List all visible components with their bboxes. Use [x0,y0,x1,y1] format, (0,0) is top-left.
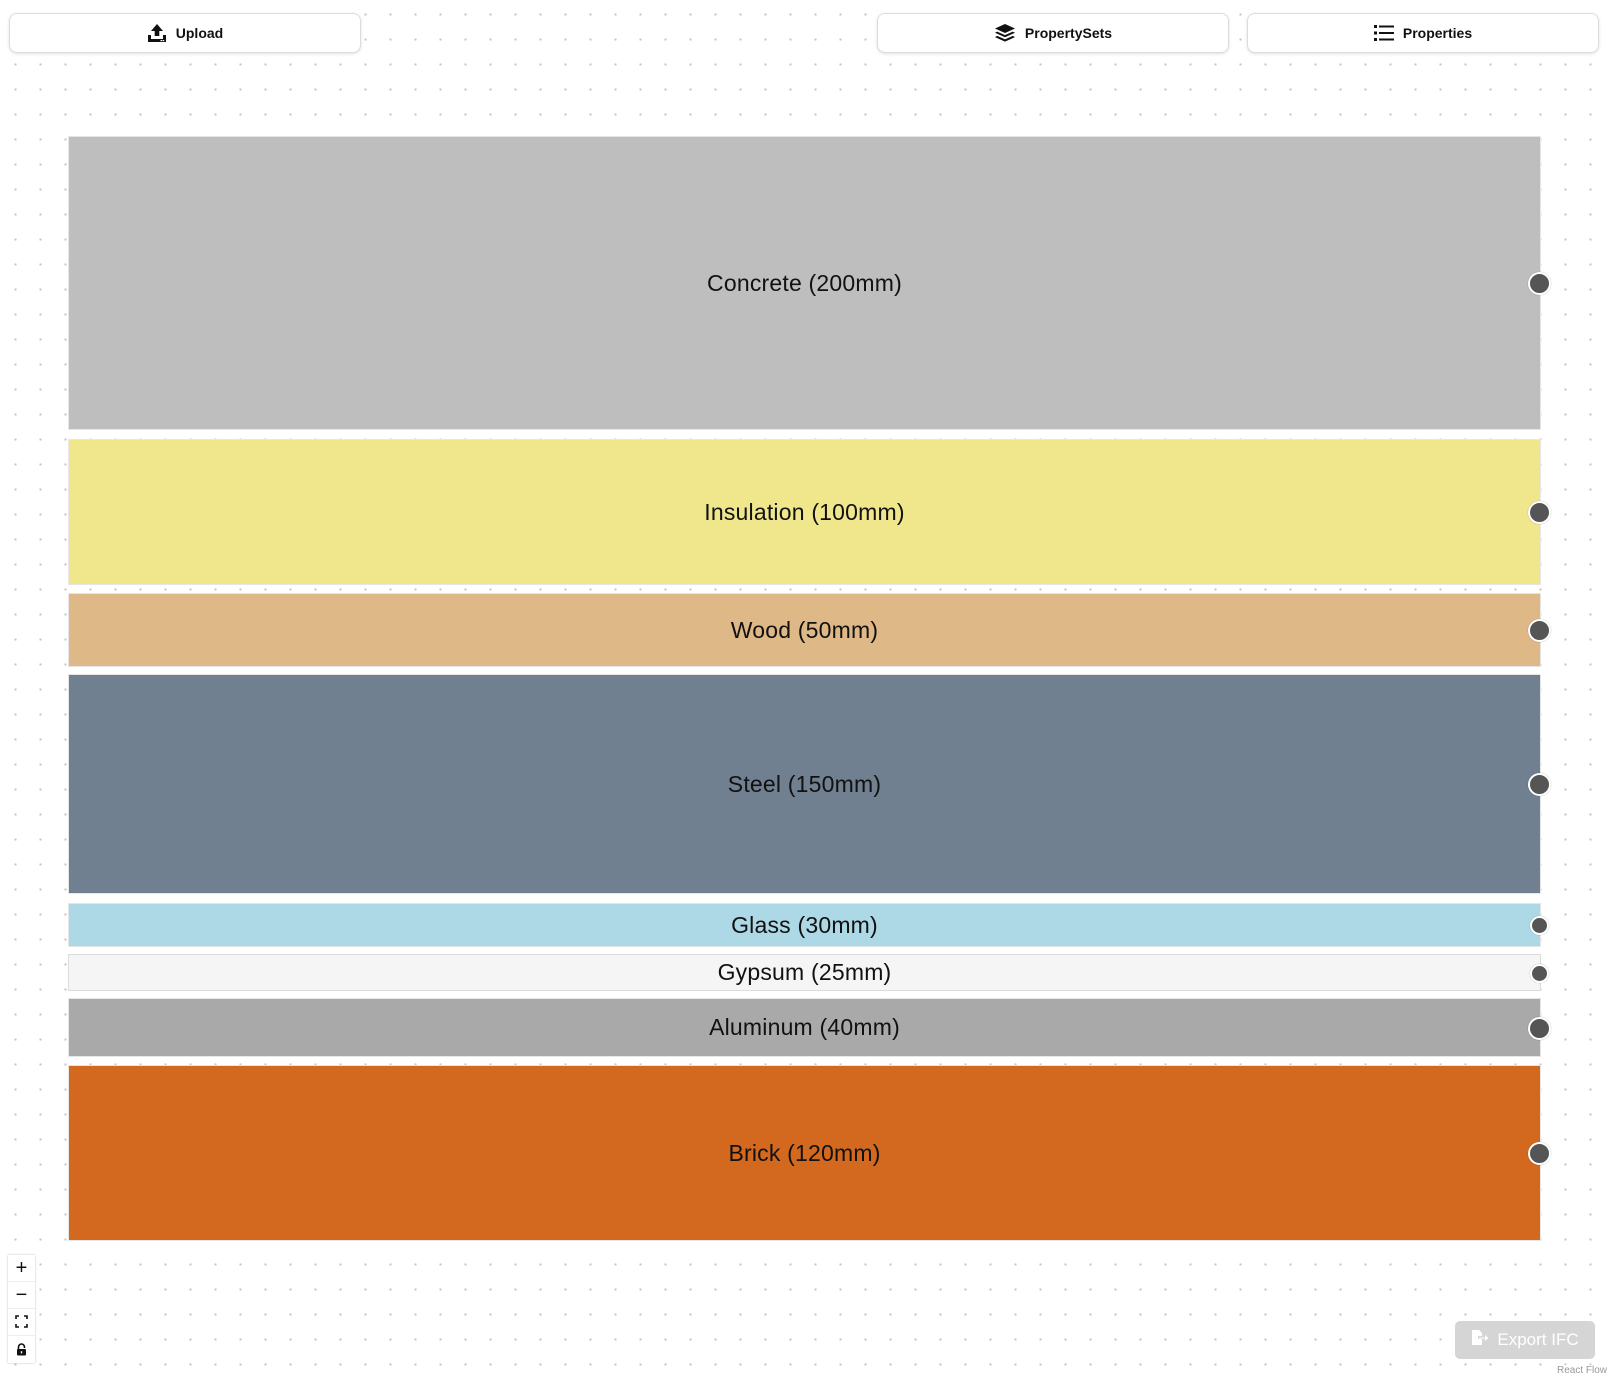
layer-node-insulation[interactable]: Insulation (100mm) [68,439,1551,585]
fit-view-icon [15,1312,28,1332]
layer-label: Brick (120mm) [728,1139,881,1166]
connection-handle[interactable] [1528,1016,1551,1040]
layer-node-aluminum[interactable]: Aluminum (40mm) [68,998,1551,1057]
file-export-icon [1471,1329,1489,1351]
list-icon [1373,24,1394,42]
fit-view-button[interactable] [8,1309,35,1336]
layer-label: Steel (150mm) [727,770,882,797]
plus-icon: + [15,1257,28,1279]
layer-label: Gypsum (25mm) [717,959,892,985]
property-sets-label: PropertySets [1024,25,1113,41]
upload-label: Upload [175,25,224,41]
layer-label: Wood (50mm) [730,616,879,643]
layer-label: Aluminum (40mm) [709,1014,900,1040]
layer-node-glass[interactable]: Glass (30mm) [68,903,1549,947]
properties-label: Properties [1402,25,1473,41]
react-flow-attribution[interactable]: React Flow [1553,1365,1610,1376]
zoom-out-button[interactable]: − [8,1282,35,1309]
connection-handle[interactable] [1530,963,1549,983]
layer-node-concrete[interactable]: Concrete (200mm) [68,136,1551,430]
upload-button[interactable]: Upload [9,13,361,53]
lock-button[interactable] [8,1336,35,1363]
layer-label: Glass (30mm) [731,911,878,938]
layers-icon [994,23,1016,43]
export-ifc-button[interactable]: Export IFC [1455,1321,1595,1359]
layer-node-brick[interactable]: Brick (120mm) [68,1065,1551,1241]
layer-label: Insulation (100mm) [704,498,905,525]
layer-label: Concrete (200mm) [707,269,902,296]
zoom-in-button[interactable]: + [8,1255,35,1282]
connection-handle[interactable] [1528,619,1551,642]
layer-node-wood[interactable]: Wood (50mm) [68,593,1551,667]
export-ifc-label: Export IFC [1497,1330,1579,1349]
lock-icon [16,1340,27,1360]
property-sets-button[interactable]: PropertySets [877,13,1229,53]
connection-handle[interactable] [1528,773,1551,796]
layer-node-gypsum[interactable]: Gypsum (25mm) [68,954,1549,991]
connection-handle[interactable] [1528,1142,1551,1165]
zoom-controls: + − [8,1255,35,1363]
layer-node-steel[interactable]: Steel (150mm) [68,674,1551,894]
properties-button[interactable]: Properties [1247,13,1599,53]
upload-icon [147,23,167,43]
connection-handle[interactable] [1528,272,1551,295]
connection-handle[interactable] [1528,501,1551,524]
connection-handle[interactable] [1530,916,1549,935]
minus-icon: − [15,1284,28,1306]
